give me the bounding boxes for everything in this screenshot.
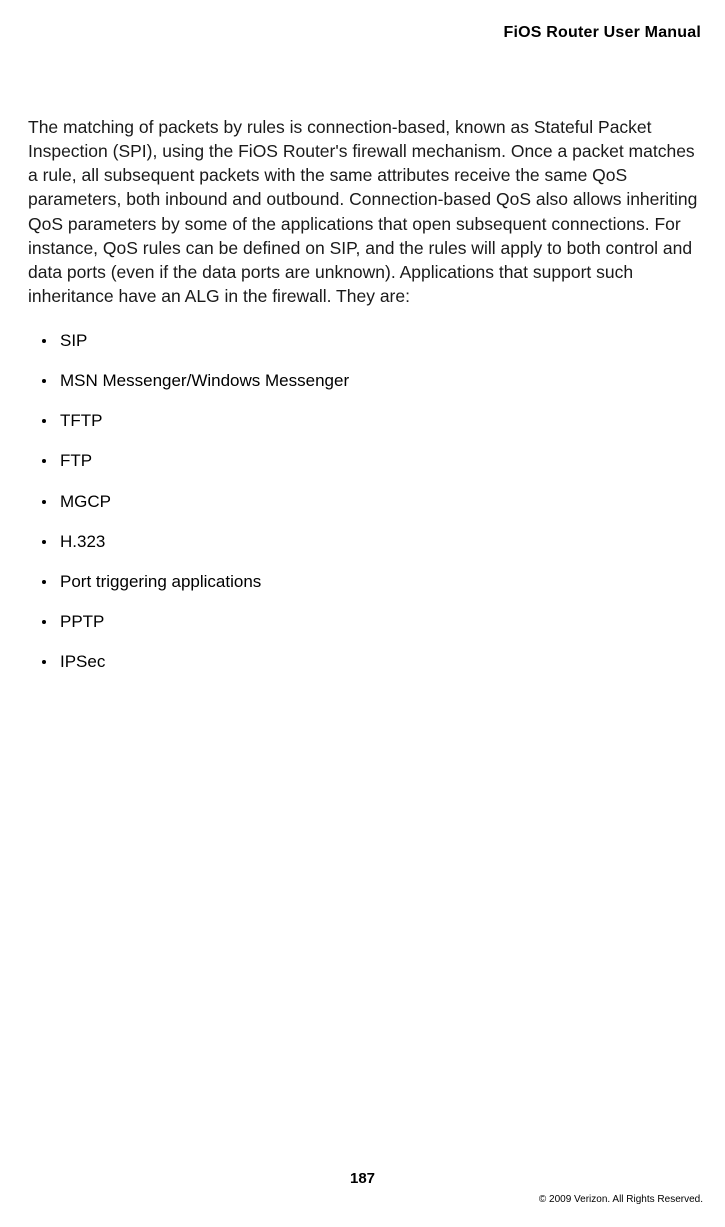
list-item-label: SIP (60, 330, 87, 352)
bullet-list: SIP MSN Messenger/Windows Messenger TFTP… (28, 330, 701, 673)
bullet-icon (42, 500, 46, 504)
list-item-label: H.323 (60, 531, 105, 553)
bullet-icon (42, 620, 46, 624)
page-content: The matching of packets by rules is conn… (28, 115, 701, 691)
list-item-label: PPTP (60, 611, 104, 633)
list-item: FTP (42, 450, 701, 472)
bullet-icon (42, 540, 46, 544)
list-item: MGCP (42, 491, 701, 513)
list-item-label: FTP (60, 450, 92, 472)
list-item-label: IPSec (60, 651, 105, 673)
list-item: IPSec (42, 651, 701, 673)
bullet-icon (42, 459, 46, 463)
page-number: 187 (0, 1170, 725, 1187)
bullet-icon (42, 419, 46, 423)
page-header: FiOS Router User Manual (503, 24, 701, 42)
copyright-text: © 2009 Verizon. All Rights Reserved. (539, 1194, 703, 1205)
bullet-icon (42, 660, 46, 664)
list-item-label: MSN Messenger/Windows Messenger (60, 370, 349, 392)
bullet-icon (42, 339, 46, 343)
body-paragraph: The matching of packets by rules is conn… (28, 115, 701, 308)
list-item: H.323 (42, 531, 701, 553)
list-item: TFTP (42, 410, 701, 432)
manual-title: FiOS Router User Manual (503, 24, 701, 41)
list-item-label: MGCP (60, 491, 111, 513)
list-item: SIP (42, 330, 701, 352)
bullet-icon (42, 580, 46, 584)
bullet-icon (42, 379, 46, 383)
list-item-label: Port triggering applications (60, 571, 261, 593)
list-item: Port triggering applications (42, 571, 701, 593)
list-item-label: TFTP (60, 410, 103, 432)
list-item: MSN Messenger/Windows Messenger (42, 370, 701, 392)
list-item: PPTP (42, 611, 701, 633)
